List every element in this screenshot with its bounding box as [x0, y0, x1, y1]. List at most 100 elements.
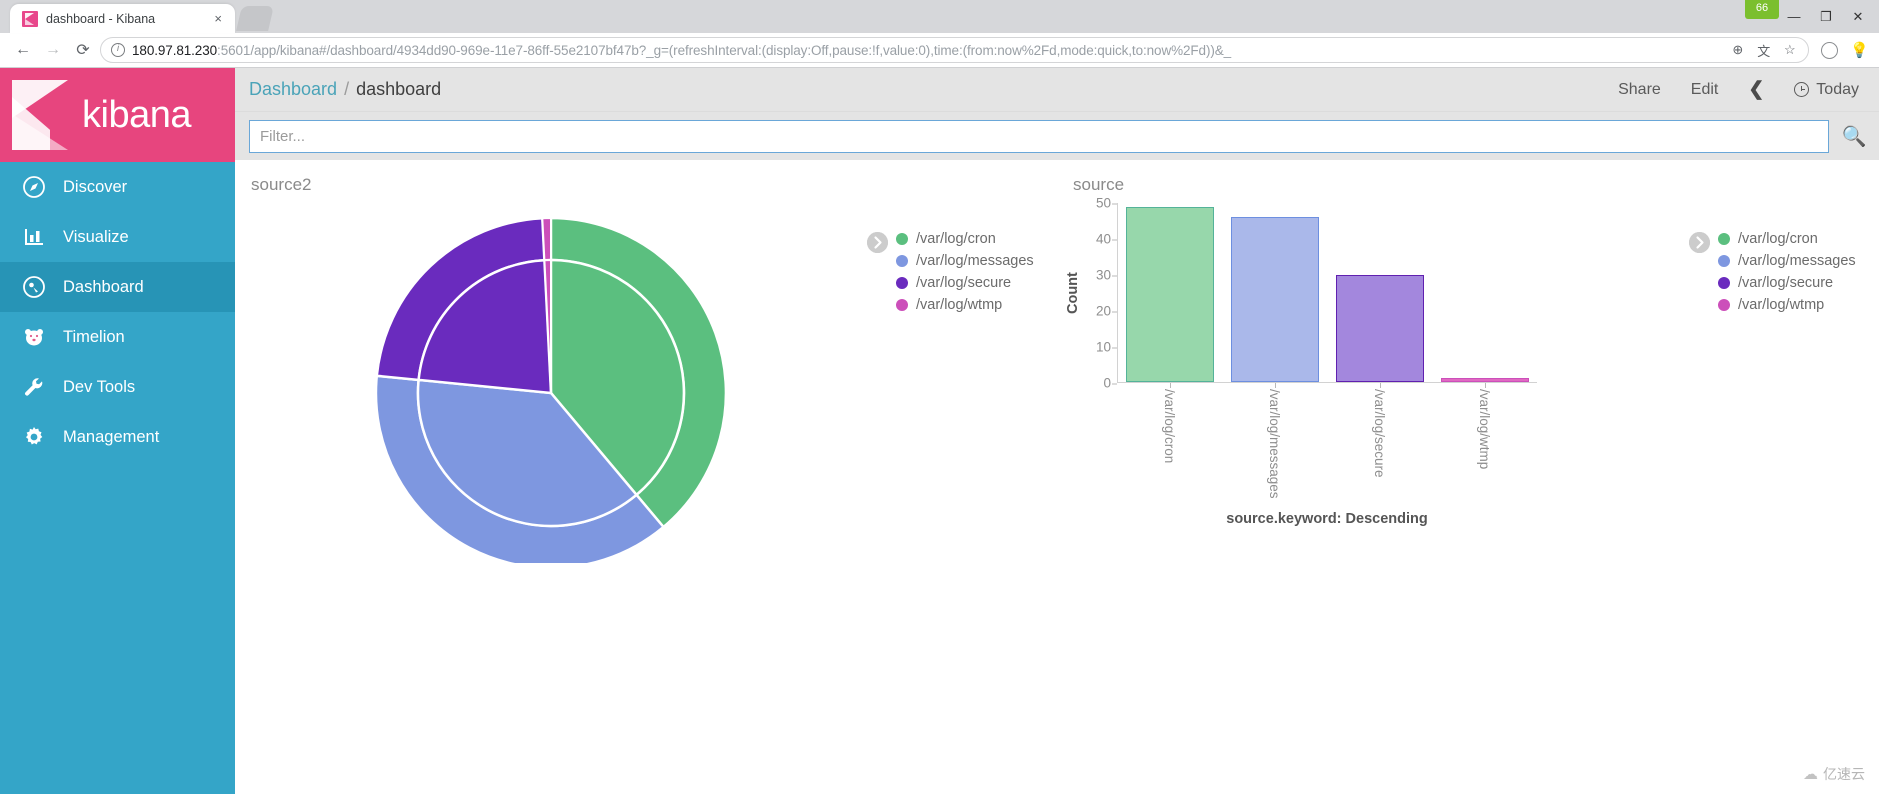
kibana-logo-icon: [12, 80, 68, 150]
x-tick: /var/log/secure: [1372, 383, 1387, 499]
y-tick: 0: [1103, 376, 1111, 391]
legend-item[interactable]: /var/log/secure: [1718, 275, 1856, 291]
clock-icon: [1794, 82, 1809, 97]
x-tick: /var/log/wtmp: [1477, 383, 1492, 499]
back-icon[interactable]: ←: [10, 37, 36, 63]
chevron-right-icon[interactable]: [1689, 232, 1710, 253]
breadcrumb-separator: /: [344, 79, 349, 100]
time-picker-label: Today: [1816, 81, 1859, 99]
header-actions: Share Edit ❮ Today: [1618, 78, 1859, 101]
legend-label: /var/log/wtmp: [916, 297, 1002, 313]
kibana-logo[interactable]: kibana: [0, 68, 235, 162]
minimize-button[interactable]: —: [1779, 5, 1809, 29]
bar-plot-wrapper: Count 50 40 30 20 10 0: [1063, 195, 1689, 527]
sidebar-item-dev-tools[interactable]: Dev Tools: [0, 362, 235, 412]
sidebar: kibana Discover Visualize Dashboard: [0, 68, 235, 794]
legend-item[interactable]: /var/log/secure: [896, 275, 1034, 291]
legend-color-swatch: [1718, 277, 1730, 289]
address-bar[interactable]: 180.97.81.230:5601/app/kibana#/dashboard…: [100, 37, 1809, 63]
chevron-left-icon[interactable]: ❮: [1748, 78, 1764, 101]
time-picker-button[interactable]: Today: [1794, 81, 1859, 99]
site-info-icon[interactable]: [111, 43, 125, 57]
legend-list: /var/log/cron /var/log/messages /var/log…: [896, 231, 1034, 313]
legend-item[interactable]: /var/log/cron: [1718, 231, 1856, 247]
gear-icon: [21, 424, 47, 450]
legend-color-swatch: [1718, 299, 1730, 311]
zoom-icon[interactable]: ⊕: [1729, 42, 1746, 59]
legend-label: /var/log/messages: [1738, 253, 1856, 269]
browser-tab[interactable]: dashboard - Kibana ×: [10, 4, 235, 33]
browser-toolbar: ← → ⟳ 180.97.81.230:5601/app/kibana#/das…: [0, 33, 1879, 68]
panel-body: /var/log/cron /var/log/messages /var/log…: [235, 195, 1057, 794]
sidebar-item-discover[interactable]: Discover: [0, 162, 235, 212]
sidebar-item-label: Discover: [63, 178, 127, 197]
y-tick: 50: [1096, 196, 1111, 211]
sidebar-item-timelion[interactable]: Timelion: [0, 312, 235, 362]
search-input[interactable]: [249, 120, 1829, 153]
browser-tabstrip: dashboard - Kibana × 66 — ❐ ✕: [0, 0, 1879, 33]
tab-title: dashboard - Kibana: [46, 12, 201, 26]
legend-item[interactable]: /var/log/cron: [896, 231, 1034, 247]
legend-item[interactable]: /var/log/wtmp: [896, 297, 1034, 313]
new-tab-button[interactable]: [236, 6, 274, 31]
legend-list: /var/log/cron /var/log/messages /var/log…: [1718, 231, 1856, 313]
legend-color-swatch: [896, 299, 908, 311]
bar-chart-icon: [21, 224, 47, 250]
sidebar-item-visualize[interactable]: Visualize: [0, 212, 235, 262]
chevron-right-icon[interactable]: [867, 232, 888, 253]
legend-item[interactable]: /var/log/wtmp: [1718, 297, 1856, 313]
reload-icon[interactable]: ⟳: [70, 37, 96, 63]
url-path: :5601/app/kibana#/dashboard/4934dd90-969…: [217, 43, 1231, 58]
kibana-wordmark: kibana: [82, 94, 191, 137]
bar-secure[interactable]: [1336, 275, 1424, 382]
y-axis-title: Count: [1063, 203, 1083, 383]
legend-item[interactable]: /var/log/messages: [1718, 253, 1856, 269]
dashboard-panels: source2: [235, 160, 1879, 794]
omnibox-icons: ⊕ 文 ☆: [1723, 42, 1798, 59]
url-host: 180.97.81.230: [132, 43, 217, 58]
lightbulb-icon[interactable]: 💡: [1850, 41, 1869, 59]
forward-icon[interactable]: →: [40, 37, 66, 63]
bar-plot-area[interactable]: [1117, 203, 1537, 383]
maximize-button[interactable]: ❐: [1811, 5, 1841, 29]
legend-label: /var/log/wtmp: [1738, 297, 1824, 313]
pie-chart-svg[interactable]: [341, 203, 761, 563]
window-controls: — ❐ ✕: [1779, 0, 1873, 33]
window-close-button[interactable]: ✕: [1843, 5, 1873, 29]
search-icon[interactable]: 🔍: [1829, 112, 1879, 160]
sidebar-item-management[interactable]: Management: [0, 412, 235, 462]
pie-chart: [235, 195, 867, 563]
compass-icon: [21, 174, 47, 200]
legend-label: /var/log/secure: [916, 275, 1011, 291]
panel-source2: source2: [235, 170, 1057, 794]
legend-item[interactable]: /var/log/messages: [896, 253, 1034, 269]
sidebar-item-label: Timelion: [63, 328, 125, 347]
main-content: Dashboard / dashboard Share Edit ❮ Today…: [235, 68, 1879, 794]
y-tick: 40: [1096, 232, 1111, 247]
translate-icon[interactable]: 文: [1755, 42, 1772, 59]
cloud-icon: ☁: [1803, 765, 1818, 783]
extensions-area: 💡: [1813, 41, 1869, 59]
breadcrumb: Dashboard / dashboard: [249, 79, 441, 100]
edit-button[interactable]: Edit: [1691, 81, 1719, 99]
bookmark-star-icon[interactable]: ☆: [1781, 42, 1798, 59]
bar-cron[interactable]: [1126, 207, 1214, 382]
sidebar-item-dashboard[interactable]: Dashboard: [0, 262, 235, 312]
bar-messages[interactable]: [1231, 217, 1319, 382]
filter-bar: 🔍: [235, 112, 1879, 160]
legend-label: /var/log/cron: [916, 231, 996, 247]
extension-icon[interactable]: [1821, 42, 1838, 59]
browser-window: dashboard - Kibana × 66 — ❐ ✕ ← → ⟳ 180.…: [0, 0, 1879, 797]
legend-color-swatch: [1718, 233, 1730, 245]
close-icon[interactable]: ×: [209, 12, 227, 25]
legend-label: /var/log/secure: [1738, 275, 1833, 291]
sidebar-item-label: Management: [63, 428, 159, 447]
x-tick: /var/log/messages: [1267, 383, 1282, 499]
bar-wtmp[interactable]: [1441, 378, 1529, 382]
legend-color-swatch: [896, 255, 908, 267]
y-tick: 30: [1096, 268, 1111, 283]
share-button[interactable]: Share: [1618, 81, 1661, 99]
breadcrumb-dashboard-link[interactable]: Dashboard: [249, 79, 337, 100]
panel-body: Count 50 40 30 20 10 0: [1057, 195, 1879, 794]
pie-legend: /var/log/cron /var/log/messages /var/log…: [867, 195, 1057, 313]
